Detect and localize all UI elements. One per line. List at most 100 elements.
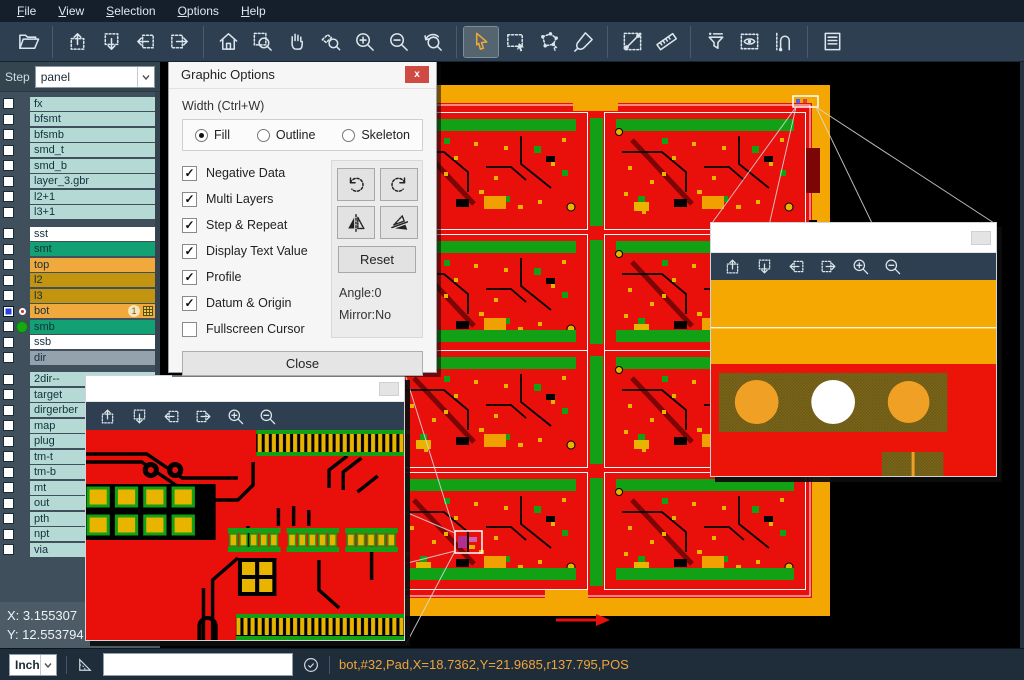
layer-row-dir[interactable]: dir xyxy=(0,350,155,366)
layer-visible-checkbox[interactable] xyxy=(3,482,14,493)
layer-row-l2+1[interactable]: l2+1 xyxy=(0,189,155,205)
layer-row-smd_b[interactable]: smd_b xyxy=(0,158,155,174)
popup-pcb-view[interactable] xyxy=(711,280,996,476)
layer-visible-checkbox[interactable] xyxy=(3,436,14,447)
rotate-ccw-button[interactable] xyxy=(380,168,418,201)
layer-visible-checkbox[interactable] xyxy=(3,207,14,218)
pan-up-button[interactable] xyxy=(723,257,742,276)
layer-visible-checkbox[interactable] xyxy=(3,544,14,555)
layer-row-l3+1[interactable]: l3+1 xyxy=(0,205,155,221)
rotate-cw-button[interactable] xyxy=(337,168,375,201)
zoom-out-button[interactable] xyxy=(883,257,902,276)
layer-visible-checkbox[interactable] xyxy=(3,275,14,286)
checkbox-box[interactable]: ✓ xyxy=(182,192,197,207)
layer-visible-checkbox[interactable] xyxy=(3,306,14,317)
menu-selection[interactable]: Selection xyxy=(95,1,166,21)
layer-row-smt[interactable]: smt xyxy=(0,242,155,258)
layer-visible-checkbox[interactable] xyxy=(3,176,14,187)
zoom-window-button[interactable] xyxy=(245,27,279,57)
layer-name[interactable]: smb xyxy=(30,320,155,334)
radio-outline[interactable]: Outline xyxy=(257,128,316,142)
layer-name[interactable]: l2+1 xyxy=(30,190,155,204)
zoom-out-button[interactable] xyxy=(258,407,277,426)
step-select[interactable]: panel xyxy=(35,66,155,88)
layer-name[interactable]: bfsmb xyxy=(30,128,155,142)
flip-v-button[interactable] xyxy=(380,206,418,239)
checkbox-box[interactable]: ✓ xyxy=(182,296,197,311)
radio-skeleton[interactable]: Skeleton xyxy=(342,128,410,142)
layer-name[interactable]: fx xyxy=(30,97,155,111)
pan-right-button[interactable] xyxy=(194,407,213,426)
layer-name[interactable]: bot1 xyxy=(30,304,155,318)
layer-row-bfsmt[interactable]: bfsmt xyxy=(0,112,155,128)
pan-left-button[interactable] xyxy=(128,27,162,57)
layer-name[interactable]: layer_3.gbr xyxy=(30,174,155,188)
layer-name[interactable]: smd_t xyxy=(30,143,155,157)
layer-visible-checkbox[interactable] xyxy=(3,160,14,171)
checkbox-negative-data[interactable]: ✓Negative Data xyxy=(182,160,323,186)
measure-distance-button[interactable] xyxy=(615,27,649,57)
layer-visible-checkbox[interactable] xyxy=(3,420,14,431)
checkbox-datum-origin[interactable]: ✓Datum & Origin xyxy=(182,290,323,316)
filter-button[interactable] xyxy=(698,27,732,57)
checkbox-step-repeat[interactable]: ✓Step & Repeat xyxy=(182,212,323,238)
layer-visible-checkbox[interactable] xyxy=(3,228,14,239)
layer-visible-checkbox[interactable] xyxy=(3,467,14,478)
layer-visible-checkbox[interactable] xyxy=(3,191,14,202)
layer-name[interactable]: l2 xyxy=(30,273,155,287)
layer-visible-checkbox[interactable] xyxy=(3,513,14,524)
checkbox-multi-layers[interactable]: ✓Multi Layers xyxy=(182,186,323,212)
confirm-check-icon[interactable] xyxy=(302,656,320,674)
layer-table-button[interactable] xyxy=(815,27,849,57)
pan-down-button[interactable] xyxy=(755,257,774,276)
close-button[interactable]: Close xyxy=(182,351,423,376)
flip-h-button[interactable] xyxy=(337,206,375,239)
layer-row-l2[interactable]: l2 xyxy=(0,273,155,289)
layer-name[interactable]: smd_b xyxy=(30,159,155,173)
layer-visible-checkbox[interactable] xyxy=(3,145,14,156)
layer-row-l3[interactable]: l3 xyxy=(0,288,155,304)
pan-right-button[interactable] xyxy=(819,257,838,276)
net-trace-button[interactable] xyxy=(766,27,800,57)
layer-name[interactable]: dir xyxy=(30,351,155,365)
layer-name[interactable]: smt xyxy=(30,242,155,256)
measure-ruler-button[interactable] xyxy=(649,27,683,57)
layer-name[interactable]: ssb xyxy=(30,335,155,349)
checkbox-display-text-value[interactable]: ✓Display Text Value xyxy=(182,238,323,264)
pan-down-button[interactable] xyxy=(130,407,149,426)
checkbox-box[interactable] xyxy=(182,322,197,337)
layer-visible-checkbox[interactable] xyxy=(3,290,14,301)
layer-visible-checkbox[interactable] xyxy=(3,244,14,255)
checkbox-box[interactable]: ✓ xyxy=(182,244,197,259)
dialog-close-icon[interactable]: x xyxy=(405,66,429,83)
layer-visible-checkbox[interactable] xyxy=(3,451,14,462)
layer-visible-checkbox[interactable] xyxy=(3,321,14,332)
popup-menu-button[interactable] xyxy=(971,231,991,245)
layer-name[interactable]: l3+1 xyxy=(30,205,155,219)
layer-row-smb[interactable]: smb xyxy=(0,319,155,335)
layer-row-top[interactable]: top xyxy=(0,257,155,273)
pan-right-button[interactable] xyxy=(162,27,196,57)
layer-row-layer_3.gbr[interactable]: layer_3.gbr xyxy=(0,174,155,190)
zoom-out-button[interactable] xyxy=(381,27,415,57)
zoom-previous-button[interactable] xyxy=(415,27,449,57)
pan-left-button[interactable] xyxy=(162,407,181,426)
layer-visible-checkbox[interactable] xyxy=(3,352,14,363)
home-view-button[interactable] xyxy=(211,27,245,57)
view-options-button[interactable] xyxy=(732,27,766,57)
zoom-in-button[interactable] xyxy=(226,407,245,426)
layer-name[interactable]: l3 xyxy=(30,289,155,303)
select-polygon-button[interactable] xyxy=(532,27,566,57)
zoom-object-button[interactable] xyxy=(313,27,347,57)
layer-row-ssb[interactable]: ssb xyxy=(0,335,155,351)
pan-up-button[interactable] xyxy=(60,27,94,57)
unit-select[interactable]: Inch xyxy=(9,654,57,676)
layer-visible-checkbox[interactable] xyxy=(3,98,14,109)
checkbox-profile[interactable]: ✓Profile xyxy=(182,264,323,290)
menu-options[interactable]: Options xyxy=(167,1,230,21)
zoom-in-button[interactable] xyxy=(347,27,381,57)
pan-down-button[interactable] xyxy=(94,27,128,57)
select-rect-button[interactable] xyxy=(498,27,532,57)
checkbox-box[interactable]: ✓ xyxy=(182,218,197,233)
layer-name[interactable]: sst xyxy=(30,227,155,241)
